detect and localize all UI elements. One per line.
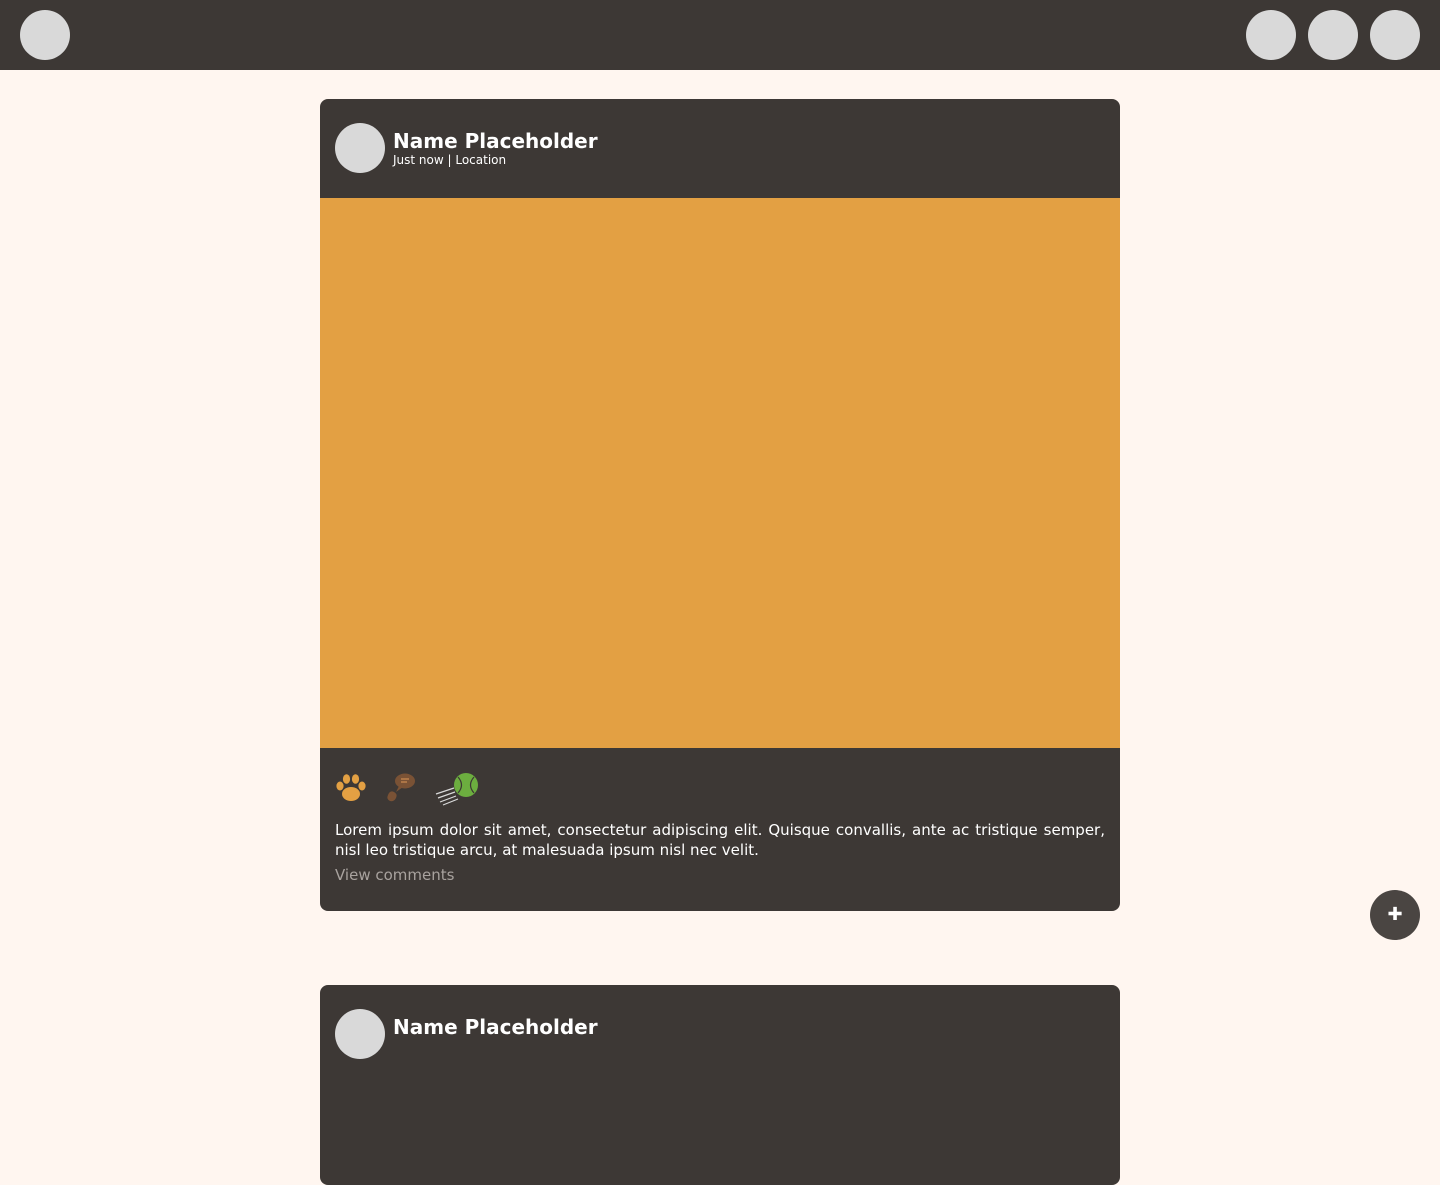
author-avatar[interactable] — [335, 123, 385, 173]
tennis-ball-icon[interactable] — [434, 770, 482, 806]
post-card: Name Placeholder Just now | Location Lor… — [320, 99, 1120, 911]
nav-button-1[interactable] — [1246, 10, 1296, 60]
author-name[interactable]: Name Placeholder — [393, 1015, 598, 1039]
post-header: Name Placeholder Just now | Location — [320, 99, 1120, 198]
post-image[interactable] — [320, 198, 1120, 748]
post-card: Name Placeholder — [320, 985, 1120, 1185]
post-footer: Lorem ipsum dolor sit amet, consectetur … — [320, 748, 1120, 911]
paw-icon[interactable] — [334, 770, 368, 806]
comment-bubble-icon[interactable] — [384, 770, 418, 806]
post-caption: Lorem ipsum dolor sit amet, consectetur … — [335, 821, 1105, 859]
nav-button-3[interactable] — [1370, 10, 1420, 60]
nav-button-2[interactable] — [1308, 10, 1358, 60]
author-name[interactable]: Name Placeholder — [393, 129, 598, 153]
profile-avatar-button[interactable] — [20, 10, 70, 60]
post-meta: Just now | Location — [393, 153, 507, 167]
post-header: Name Placeholder — [320, 985, 1120, 1084]
create-post-button[interactable]: ✚ — [1370, 890, 1420, 940]
plus-icon: ✚ — [1387, 904, 1403, 925]
view-comments-link[interactable]: View comments — [335, 865, 454, 885]
author-avatar[interactable] — [335, 1009, 385, 1059]
top-nav-bar — [0, 0, 1440, 70]
